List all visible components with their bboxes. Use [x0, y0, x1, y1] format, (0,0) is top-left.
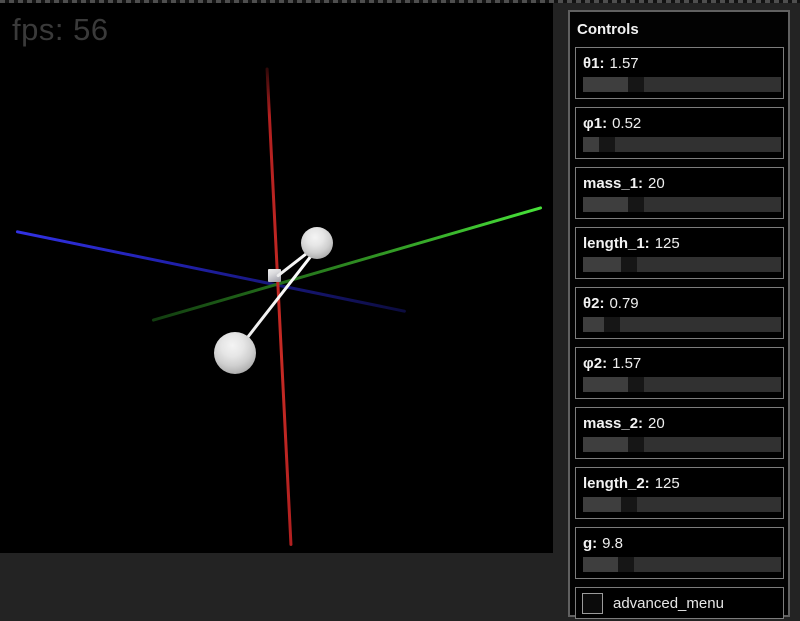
- slider-thumb[interactable]: [604, 317, 620, 332]
- pendulum-mass-2: [214, 332, 256, 374]
- fps-counter: fps: 56: [12, 13, 109, 47]
- controls-panel: Controls θ1: 1.57 φ1: 0.52 mass_1: 20 lengt…: [568, 10, 790, 617]
- slider-value: 20: [648, 175, 665, 192]
- pendulum-mass-1: [301, 227, 333, 259]
- slider-label: φ1: 0.52: [583, 115, 777, 132]
- slider-thumb[interactable]: [621, 497, 637, 512]
- slider-thumb[interactable]: [621, 257, 637, 272]
- slider-label: mass_2: 20: [583, 415, 777, 432]
- slider-name: θ1:: [583, 55, 604, 72]
- g-slider[interactable]: [583, 557, 781, 572]
- slider-name: g:: [583, 535, 597, 552]
- slider-thumb[interactable]: [618, 557, 634, 572]
- slider-value: 0.79: [609, 295, 638, 312]
- slider-box-phi2: φ2: 1.57: [575, 347, 784, 399]
- slider-thumb[interactable]: [599, 137, 615, 152]
- panel-title: Controls: [570, 12, 788, 47]
- slider-box-mass1: mass_1: 20: [575, 167, 784, 219]
- phi2-slider[interactable]: [583, 377, 781, 392]
- slider-label: g: 9.8: [583, 535, 777, 552]
- slider-name: length_1:: [583, 235, 650, 252]
- slider-thumb[interactable]: [628, 437, 644, 452]
- slider-label: θ2: 0.79: [583, 295, 777, 312]
- slider-name: mass_2:: [583, 415, 643, 432]
- slider-value: 1.57: [609, 55, 638, 72]
- theta2-slider[interactable]: [583, 317, 781, 332]
- slider-label: length_2: 125: [583, 475, 777, 492]
- slider-value: 0.52: [612, 115, 641, 132]
- slider-value: 9.8: [602, 535, 623, 552]
- slider-box-theta2: θ2: 0.79: [575, 287, 784, 339]
- slider-name: φ1:: [583, 115, 607, 132]
- slider-value: 20: [648, 415, 665, 432]
- length1-slider[interactable]: [583, 257, 781, 272]
- slider-thumb[interactable]: [628, 77, 644, 92]
- advanced-menu-row: advanced_menu: [575, 587, 784, 619]
- mass2-slider[interactable]: [583, 437, 781, 452]
- slider-name: θ2:: [583, 295, 604, 312]
- theta1-slider[interactable]: [583, 77, 781, 92]
- z-axis-blue: [16, 230, 407, 313]
- slider-label: length_1: 125: [583, 235, 777, 252]
- slider-name: length_2:: [583, 475, 650, 492]
- advanced-menu-checkbox[interactable]: [582, 593, 603, 614]
- slider-thumb[interactable]: [628, 377, 644, 392]
- simulation-canvas[interactable]: fps: 56: [0, 3, 553, 553]
- phi1-slider[interactable]: [583, 137, 781, 152]
- slider-value: 1.57: [612, 355, 641, 372]
- slider-box-length2: length_2: 125: [575, 467, 784, 519]
- mass1-slider[interactable]: [583, 197, 781, 212]
- x-axis-green: [152, 206, 543, 322]
- length2-slider[interactable]: [583, 497, 781, 512]
- slider-box-theta1: θ1: 1.57: [575, 47, 784, 99]
- slider-name: φ2:: [583, 355, 607, 372]
- slider-value: 125: [655, 235, 680, 252]
- slider-box-length1: length_1: 125: [575, 227, 784, 279]
- slider-name: mass_1:: [583, 175, 643, 192]
- slider-thumb[interactable]: [628, 197, 644, 212]
- slider-label: mass_1: 20: [583, 175, 777, 192]
- slider-box-phi1: φ1: 0.52: [575, 107, 784, 159]
- slider-label: θ1: 1.57: [583, 55, 777, 72]
- slider-box-g: g: 9.8: [575, 527, 784, 579]
- slider-value: 125: [655, 475, 680, 492]
- slider-label: φ2: 1.57: [583, 355, 777, 372]
- advanced-menu-label: advanced_menu: [613, 595, 724, 612]
- slider-box-mass2: mass_2: 20: [575, 407, 784, 459]
